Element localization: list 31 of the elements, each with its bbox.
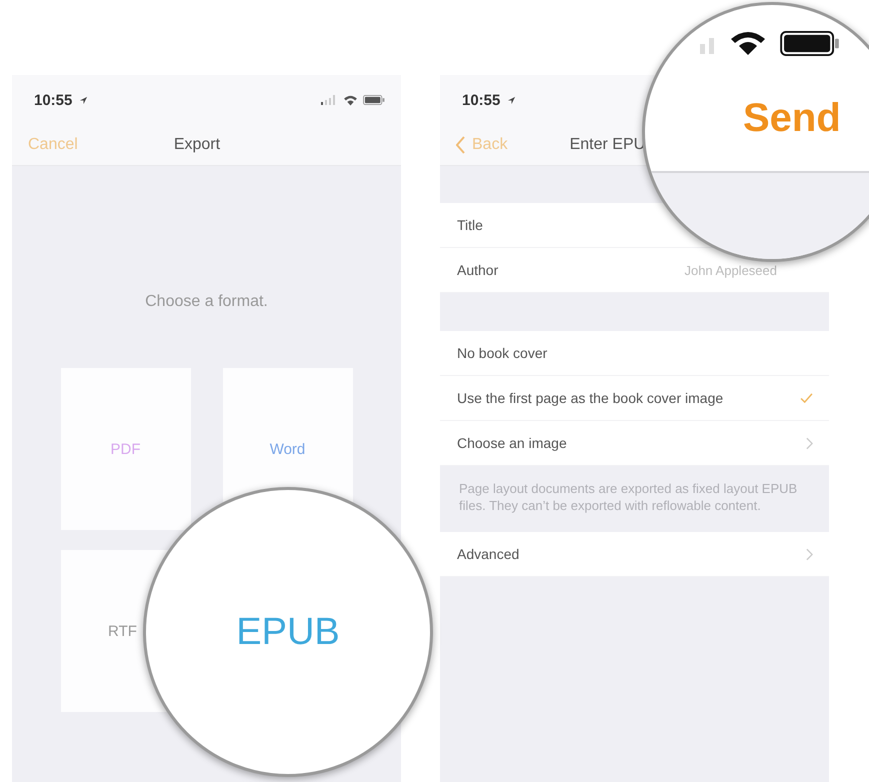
send-button[interactable]: Send — [743, 96, 841, 141]
footer-note: Page layout documents are exported as fixed layout EPUB files. They can’t be exported with reflowable content. — [458, 480, 798, 515]
row-label: Choose an image — [457, 435, 567, 451]
row-label: No book cover — [457, 345, 548, 361]
back-button[interactable]: Back — [440, 136, 508, 154]
status-time: 10:55 — [462, 92, 500, 108]
row-label: Use the first page as the book cover image — [457, 390, 724, 406]
choose-format-prompt: Choose a format. — [145, 293, 268, 311]
row-label: Author — [457, 262, 498, 278]
row-value: John Appleseed — [684, 262, 777, 278]
cover-option-row[interactable]: No book cover — [440, 331, 829, 376]
cover-option-row[interactable]: Use the first page as the book cover image — [440, 376, 829, 421]
location-icon — [79, 96, 88, 104]
cover-option-row[interactable]: Choose an image — [440, 421, 829, 466]
screen-title: Export — [174, 136, 220, 154]
chevron-left-icon — [456, 136, 466, 154]
format-tile[interactable]: PDF — [60, 368, 190, 530]
cancel-button[interactable]: Cancel — [12, 136, 78, 154]
wifi-icon — [343, 94, 358, 106]
wifi-icon — [730, 30, 766, 56]
signal-icon — [321, 95, 337, 105]
chevron-right-icon — [806, 436, 813, 450]
battery-icon — [363, 95, 385, 105]
chevron-right-icon — [806, 548, 813, 560]
row-label: Advanced — [457, 546, 520, 562]
battery-icon — [780, 30, 840, 56]
format-label[interactable]: EPUB — [236, 610, 340, 654]
advanced-row[interactable]: Advanced — [440, 532, 829, 577]
status-time: 10:55 — [34, 92, 72, 108]
row-label: Title — [457, 217, 483, 233]
location-icon — [507, 96, 516, 104]
